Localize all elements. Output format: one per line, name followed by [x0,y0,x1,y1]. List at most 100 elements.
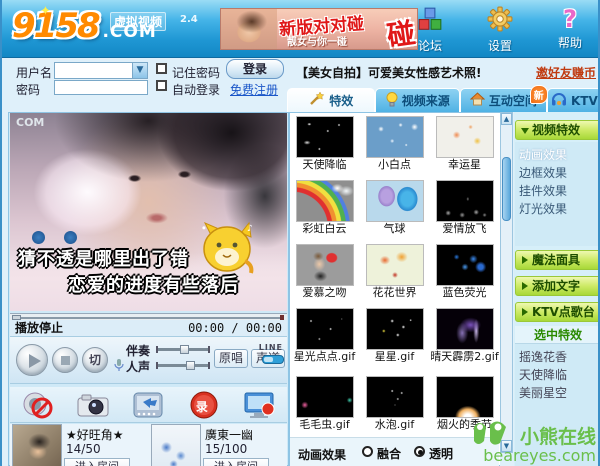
animation-mode-label: 动画效果 [298,446,346,463]
original-vocal-button[interactable]: 原唱 [214,349,248,368]
chevron-down-icon[interactable]: ▼ [132,63,147,78]
effect-item[interactable]: 星光点点.gif [290,305,359,369]
header: ✦ 9158 .COM 虚拟视频 2.4 新版对对碰 靓女与你一碰 碰 论坛 [2,0,600,58]
effect-item[interactable]: 毛毛虫.gif [290,373,359,436]
video-display: COM ♪ 猜不透是哪里出了错 恋爱的进度有些落后 [10,113,287,311]
vocal-slider[interactable] [156,364,210,367]
login-bar: 用户名 ▼ 密码 记住密码 自动登录 登录 免费注册 【美女自拍】可爱美女性感艺… [4,58,600,88]
microphone-icon [114,358,124,374]
new-badge: 新 [530,85,548,104]
video-frame-button[interactable] [131,390,165,420]
header-nav: 论坛 设置 ? 帮助 [406,6,594,54]
line-label: LINE [259,343,283,352]
tab-video-source[interactable]: 视频来源 [375,88,460,112]
tab-interactive-space[interactable]: 互动空间 新 [460,88,547,112]
effect-item[interactable]: 小白点 [360,113,429,177]
sidebar-section-video-effects[interactable]: 视频特效 [515,120,600,140]
accompaniment-slider[interactable] [156,348,210,351]
sidebar-item-border[interactable]: 边框效果 [515,164,600,182]
room-avatar[interactable] [151,424,201,466]
selected-effect-item[interactable]: 天使降临 [515,366,600,384]
selected-effect-item[interactable]: 摇逸花香 [515,348,600,366]
video-watermark: COM [16,116,44,129]
effect-thumbnail [436,116,494,158]
effect-thumbnail [436,308,494,350]
effects-scrollbar[interactable]: ▲ ▼ [500,112,513,453]
effect-item[interactable]: 水泡.gif [360,373,429,436]
username-input[interactable]: ▼ [54,62,148,79]
settings-button[interactable]: 设置 [476,6,524,54]
auto-login-label: 自动登录 [172,81,220,98]
forum-button[interactable]: 论坛 [406,6,454,54]
enter-room-button[interactable]: 进入房间 [203,458,269,466]
effect-item[interactable]: 星星.gif [360,305,429,369]
lyric-line-2: 恋爱的进度有些落后 [68,271,239,297]
effect-thumbnail [296,244,354,286]
switch-button[interactable]: 切 [82,347,108,373]
login-button[interactable]: 登录 [226,59,284,79]
remember-password-label: 记住密码 [172,64,220,81]
effect-item[interactable]: 爱慕之吻 [290,241,359,305]
effect-item[interactable]: 天使降临 [290,113,359,177]
slider-handle[interactable] [180,345,189,354]
room-entry: 廣東一幽 15/100 进入房间 [149,424,287,466]
room-list: ★好旺角★ 14/50 进入房间 廣東一幽 15/100 进入房间 [10,424,287,466]
lyric-line-1: 猜不透是哪里出了错 [18,245,189,271]
playback-status: 播放停止 [15,320,63,337]
effect-item[interactable]: 爱情放飞 [430,177,499,241]
time-display: 00:00 / 00:00 [188,320,282,337]
effect-item[interactable]: 蓝色荧光 [430,241,499,305]
play-button[interactable] [16,344,48,376]
vocal-label: 人声 [126,358,150,375]
stop-button[interactable] [52,347,78,373]
tab-ktv[interactable]: KTV [547,88,600,112]
sidebar-section-ktv[interactable]: KTV点歌台 [515,302,600,322]
help-button[interactable]: ? 帮助 [546,6,594,54]
effect-item[interactable]: 花花世界 [360,241,429,305]
room-name: ★好旺角★ [66,426,124,443]
logo-version: 2.4 [180,14,198,25]
effect-item[interactable]: 晴天霹雳2.gif [430,305,499,381]
net-monitor-button[interactable] [242,390,276,420]
room-entry: ★好旺角★ 14/50 进入房间 [10,424,148,466]
blend-label: 融合 [377,445,401,462]
cubes-icon [417,6,443,35]
room-avatar[interactable] [12,424,62,466]
seek-bar[interactable] [10,313,287,320]
enter-room-button[interactable]: 进入房间 [64,458,130,466]
line-toggle[interactable] [262,355,284,364]
blend-radio[interactable] [362,446,373,457]
lightbulb-icon [386,92,398,110]
disable-webcam-button[interactable] [21,390,55,420]
effect-thumbnail [366,180,424,222]
sidebar-item-animation[interactable]: 动画效果 [515,146,600,164]
record-button[interactable]: 录 [187,390,221,420]
stop-icon [61,356,70,365]
sidebar-section-magic-mask[interactable]: 魔法面具 [515,250,600,270]
sidebar-section-add-text[interactable]: 添加文字 [515,276,600,296]
room-count: 15/100 [205,442,247,456]
free-register-link[interactable]: 免费注册 [230,81,278,98]
auto-login-checkbox[interactable] [156,80,167,91]
effect-item[interactable]: 彩虹白云 [290,177,359,241]
transparent-radio[interactable] [414,446,425,457]
snapshot-camera-button[interactable] [76,390,110,420]
headphones-icon [551,92,567,109]
slider-handle[interactable] [186,361,195,370]
scroll-up-arrow[interactable]: ▲ [501,113,512,125]
sidebar-item-pendant[interactable]: 挂件效果 [515,182,600,200]
tab-effects[interactable]: 特效 [287,88,375,112]
effect-thumbnail [296,180,354,222]
sidebar-item-light[interactable]: 灯光效果 [515,200,600,218]
password-field[interactable] [54,80,148,95]
scroll-thumb[interactable] [502,157,511,221]
triangle-down-icon [521,128,529,134]
ad-banner[interactable]: 新版对对碰 靓女与你一碰 碰 [220,8,418,50]
remember-password-checkbox[interactable] [156,63,167,74]
invite-friends-link[interactable]: 邀好友赚币 [536,64,596,81]
selected-effect-item[interactable]: 美丽星空 [515,384,600,402]
effect-item[interactable]: 幸运星 [430,113,499,177]
svg-text:♪: ♪ [247,224,253,234]
effect-item[interactable]: 气球 [360,177,429,241]
effect-thumbnail [366,376,424,418]
